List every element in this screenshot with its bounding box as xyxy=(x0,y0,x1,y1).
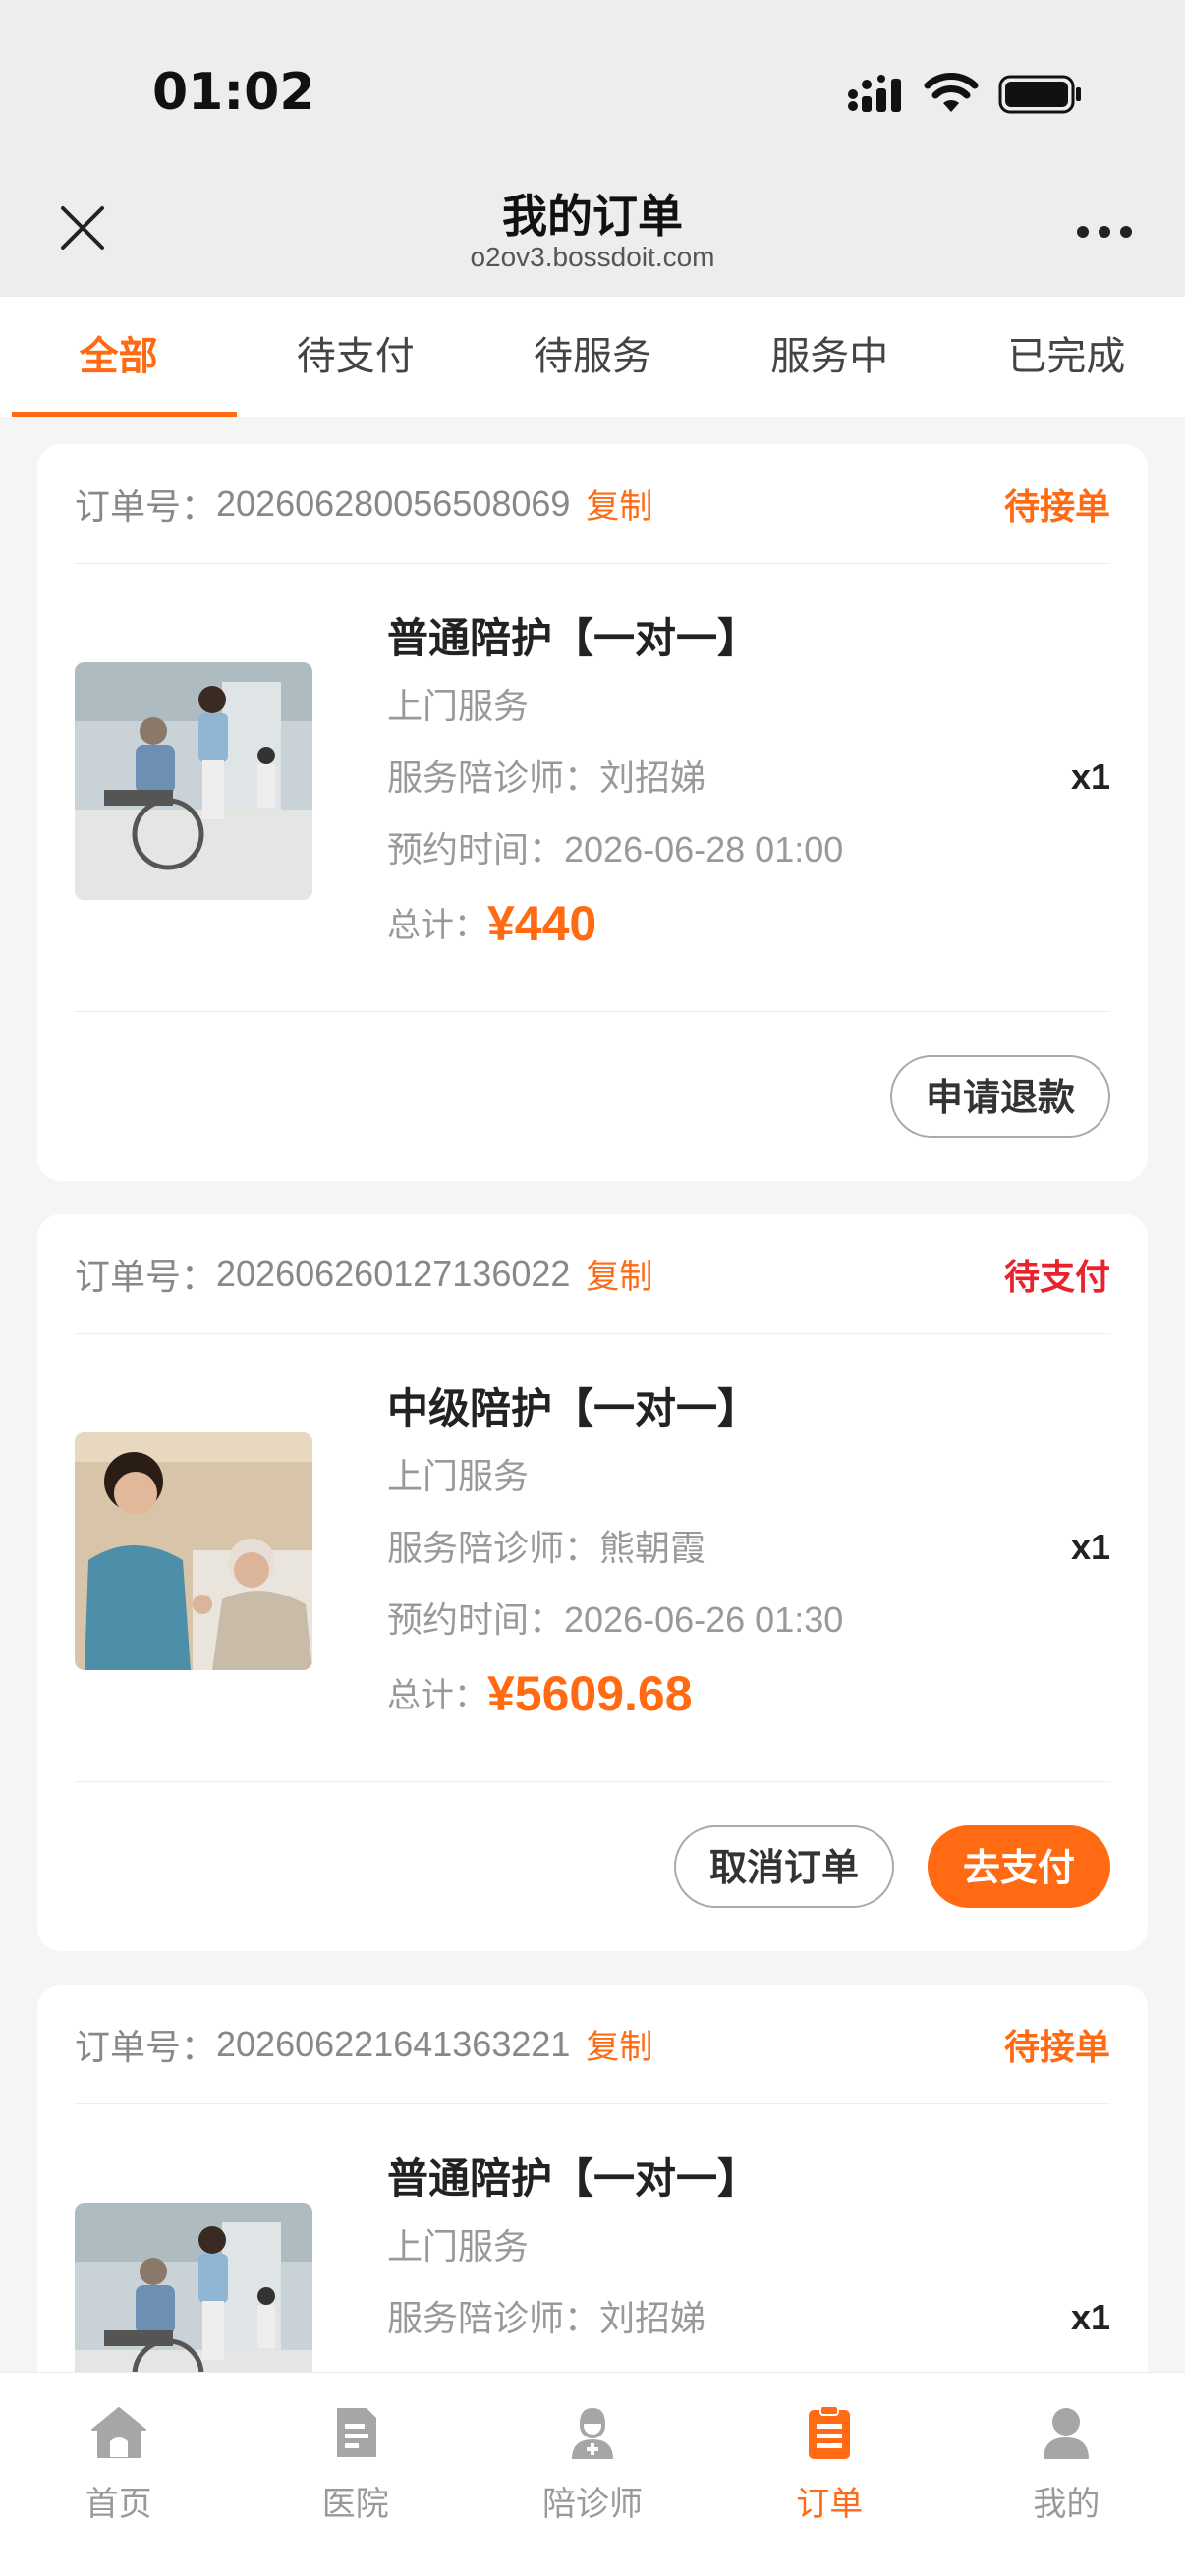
appointment-time: 2026-06-28 01:00 xyxy=(564,829,844,869)
home-icon xyxy=(90,2407,146,2458)
total-row: 总计：¥5609.68 xyxy=(387,1665,843,1722)
more-icon[interactable] xyxy=(1075,222,1134,242)
nav-orders-label: 订单 xyxy=(796,2485,864,2524)
total-row: 总计：¥440 xyxy=(387,895,843,952)
service-type: 上门服务 xyxy=(387,1457,530,1497)
order-info: 中级陪护【一对一】 上门服务 服务陪诊师：熊朝霞 预约时间：2026-06-26… xyxy=(387,1375,843,1722)
escort-label: 服务陪诊师： xyxy=(387,2299,600,2339)
status-bar: 01:02 xyxy=(0,0,1185,167)
order-header: 订单号： 202606221641363221 复制 待接单 xyxy=(75,1985,1110,2104)
order-header: 订单号： 202606260127136022 复制 待支付 xyxy=(75,1214,1110,1334)
order-body: 普通陪护【一对一】 上门服务 服务陪诊师：刘招娣 预约时间：2026-06-28… xyxy=(75,564,1110,1012)
profile-icon xyxy=(1044,2408,1090,2459)
copy-button[interactable]: 复制 xyxy=(586,479,652,528)
total-label: 总计： xyxy=(387,1676,487,1715)
order-actions: 申请退款 xyxy=(75,1012,1110,1181)
order-number: 202606280056508069 xyxy=(216,482,571,524)
order-info: 普通陪护【一对一】 上门服务 服务陪诊师：刘招娣 xyxy=(387,2146,759,2362)
order-actions: 取消订单 去支付 xyxy=(75,1782,1110,1951)
wifi-icon xyxy=(924,73,979,112)
order-number: 202606221641363221 xyxy=(216,2023,571,2064)
hospital-icon xyxy=(336,2408,376,2457)
order-status-badge: 待接单 xyxy=(1003,486,1110,528)
escort-row: 服务陪诊师：刘招娣 xyxy=(387,2290,759,2362)
order-number-label: 订单号： xyxy=(75,2027,217,2068)
escort-label: 服务陪诊师： xyxy=(387,758,600,799)
tab-completed[interactable]: 已完成 xyxy=(948,297,1185,417)
copy-button[interactable]: 复制 xyxy=(586,1250,652,1298)
appointment-row: 预约时间：2026-06-28 01:00 xyxy=(387,821,843,893)
order-quantity: x1 xyxy=(1070,1527,1110,1567)
nurse-photo-icon xyxy=(75,1432,312,1670)
service-title: 中级陪护【一对一】 xyxy=(387,1384,760,1432)
nav-profile-label: 我的 xyxy=(1033,2485,1100,2524)
nav-escort[interactable]: 陪诊师 xyxy=(474,2373,710,2576)
service-image xyxy=(75,1432,312,1670)
nav-profile[interactable]: 我的 xyxy=(948,2373,1185,2576)
order-icon xyxy=(809,2405,851,2459)
title-bar: 我的订单 o2ov3.bossdoit.com xyxy=(0,167,1185,297)
service-type: 上门服务 xyxy=(387,687,530,727)
copy-button[interactable]: 复制 xyxy=(586,2020,652,2068)
page-domain: o2ov3.bossdoit.com xyxy=(470,242,715,272)
order-quantity: x1 xyxy=(1070,2297,1110,2337)
escort-name: 刘招娣 xyxy=(599,758,706,799)
order-header: 订单号： 202606280056508069 复制 待接单 xyxy=(75,444,1110,564)
service-image xyxy=(75,662,312,900)
order-number: 202606260127136022 xyxy=(216,1253,571,1294)
order-number-label: 订单号： xyxy=(75,486,217,528)
order-card[interactable]: 订单号： 202606260127136022 复制 待支付 中级陪护【一对一】… xyxy=(37,1214,1148,1951)
service-title: 普通陪护【一对一】 xyxy=(387,614,760,662)
nav-orders[interactable]: 订单 xyxy=(711,2373,948,2576)
nav-hospital-label: 医院 xyxy=(321,2485,389,2524)
status-time: 01:02 xyxy=(152,63,315,122)
escort-row: 服务陪诊师：刘招娣 xyxy=(387,750,843,821)
order-card[interactable]: 订单号： 202606280056508069 复制 待接单 普通陪护【一对一】… xyxy=(37,444,1148,1181)
appointment-label: 预约时间： xyxy=(387,1600,565,1641)
refund-button[interactable]: 申请退款 xyxy=(889,1055,1110,1138)
tab-in-service[interactable]: 服务中 xyxy=(711,297,948,417)
tab-pending-service[interactable]: 待服务 xyxy=(474,297,710,417)
escort-icon xyxy=(572,2408,613,2459)
tab-pending-payment[interactable]: 待支付 xyxy=(237,297,474,417)
nav-home[interactable]: 首页 xyxy=(0,2373,237,2576)
appointment-row: 预约时间：2026-06-26 01:30 xyxy=(387,1592,843,1663)
appointment-time: 2026-06-26 01:30 xyxy=(564,1599,844,1640)
tab-all[interactable]: 全部 xyxy=(0,297,238,417)
escort-name: 刘招娣 xyxy=(599,2299,706,2339)
escort-row: 服务陪诊师：熊朝霞 xyxy=(387,1520,843,1592)
order-number-label: 订单号： xyxy=(75,1257,217,1298)
pay-button[interactable]: 去支付 xyxy=(927,1825,1110,1908)
wheelchair-photo-icon xyxy=(75,662,312,900)
order-info: 普通陪护【一对一】 上门服务 服务陪诊师：刘招娣 预约时间：2026-06-28… xyxy=(387,605,843,952)
service-type: 上门服务 xyxy=(387,2227,530,2268)
order-status-tabs: 全部 待支付 待服务 服务中 已完成 xyxy=(0,297,1185,417)
order-body: 中级陪护【一对一】 上门服务 服务陪诊师：熊朝霞 预约时间：2026-06-26… xyxy=(75,1334,1110,1782)
nav-hospital[interactable]: 医院 xyxy=(237,2373,474,2576)
order-status-badge: 待支付 xyxy=(1003,1257,1110,1298)
cancel-order-button[interactable]: 取消订单 xyxy=(673,1825,894,1908)
order-status-badge: 待接单 xyxy=(1003,2027,1110,2068)
cellular-signal-icon xyxy=(848,75,901,112)
bottom-tab-bar: 首页 医院 陪诊师 订单 我的 xyxy=(0,2372,1185,2576)
page-title: 我的订单 xyxy=(502,190,683,243)
nav-escort-label: 陪诊师 xyxy=(542,2485,643,2524)
order-price: ¥440 xyxy=(487,896,597,951)
total-label: 总计： xyxy=(387,906,487,945)
order-price: ¥5609.68 xyxy=(487,1666,693,1721)
battery-icon xyxy=(998,75,1081,114)
escort-label: 服务陪诊师： xyxy=(387,1529,600,1569)
service-title: 普通陪护【一对一】 xyxy=(387,2155,760,2203)
nav-home-label: 首页 xyxy=(85,2485,152,2524)
order-list: 订单号： 202606280056508069 复制 待接单 普通陪护【一对一】… xyxy=(37,444,1148,2576)
appointment-label: 预约时间： xyxy=(387,830,565,870)
order-quantity: x1 xyxy=(1070,756,1110,797)
escort-name: 熊朝霞 xyxy=(599,1529,706,1569)
